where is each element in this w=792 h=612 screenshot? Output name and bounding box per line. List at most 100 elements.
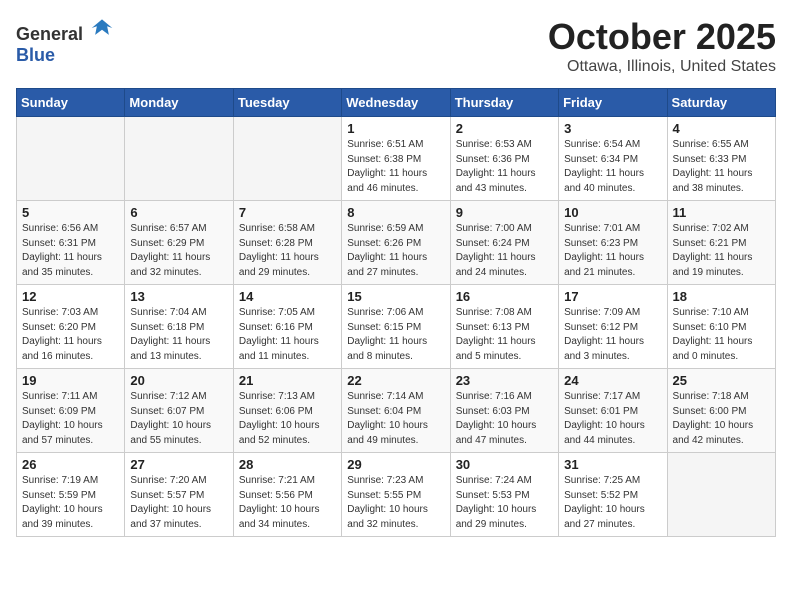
day-number: 11: [673, 205, 770, 220]
calendar-cell: 19 Sunrise: 7:11 AM Sunset: 6:09 PM Dayli…: [17, 369, 125, 453]
weekday-header-monday: Monday: [125, 89, 233, 117]
calendar-week-row: 19 Sunrise: 7:11 AM Sunset: 6:09 PM Dayli…: [17, 369, 776, 453]
day-info: Sunrise: 6:58 AM Sunset: 6:28 PM Dayligh…: [239, 222, 336, 280]
day-info: Sunrise: 6:59 AM Sunset: 6:26 PM Dayligh…: [347, 222, 444, 280]
day-number: 22: [347, 373, 444, 388]
day-number: 29: [347, 457, 444, 472]
calendar-cell: 1Sunrise: 6:51 AM Sunset: 6:38 PM Daylig…: [342, 117, 450, 201]
calendar-cell: 12 Sunrise: 7:03 AM Sunset: 6:20 PM Dayli…: [17, 285, 125, 369]
calendar-cell: 14Sunrise: 7:05 AM Sunset: 6:16 PM Dayli…: [233, 285, 341, 369]
day-number: 30: [456, 457, 553, 472]
calendar-week-row: 12 Sunrise: 7:03 AM Sunset: 6:20 PM Dayli…: [17, 285, 776, 369]
day-number: 6: [130, 205, 227, 220]
day-number: 14: [239, 289, 336, 304]
day-info: Sunrise: 7:21 AM Sunset: 5:56 PM Dayligh…: [239, 474, 336, 532]
day-info: Sunrise: 7:00 AM Sunset: 6:24 PM Dayligh…: [456, 222, 553, 280]
calendar-cell: 9 Sunrise: 7:00 AM Sunset: 6:24 PM Daylig…: [450, 201, 558, 285]
day-number: 3: [564, 121, 661, 136]
calendar-cell: 15 Sunrise: 7:06 AM Sunset: 6:15 PM Dayli…: [342, 285, 450, 369]
day-info: Sunrise: 7:17 AM Sunset: 6:01 PM Dayligh…: [564, 390, 661, 448]
weekday-header-wednesday: Wednesday: [342, 89, 450, 117]
day-info: Sunrise: 7:25 AM Sunset: 5:52 PM Dayligh…: [564, 474, 661, 532]
day-number: 19: [22, 373, 119, 388]
calendar-cell: 27 Sunrise: 7:20 AM Sunset: 5:57 PM Dayli…: [125, 453, 233, 537]
calendar-cell: [125, 117, 233, 201]
calendar-cell: 20 Sunrise: 7:12 AM Sunset: 6:07 PM Dayli…: [125, 369, 233, 453]
calendar-cell: 28 Sunrise: 7:21 AM Sunset: 5:56 PM Dayli…: [233, 453, 341, 537]
day-number: 12: [22, 289, 119, 304]
day-number: 27: [130, 457, 227, 472]
logo-bird-icon: [90, 16, 114, 40]
day-info: Sunrise: 6:54 AM Sunset: 6:34 PM Dayligh…: [564, 138, 661, 196]
day-number: 17: [564, 289, 661, 304]
calendar-cell: 30 Sunrise: 7:24 AM Sunset: 5:53 PM Dayli…: [450, 453, 558, 537]
calendar-cell: 24 Sunrise: 7:17 AM Sunset: 6:01 PM Dayli…: [559, 369, 667, 453]
calendar-cell: 29Sunrise: 7:23 AM Sunset: 5:55 PM Dayli…: [342, 453, 450, 537]
day-number: 24: [564, 373, 661, 388]
day-info: Sunrise: 7:11 AM Sunset: 6:09 PM Dayligh…: [22, 390, 119, 448]
month-title: October 2025: [548, 16, 776, 58]
location-subtitle: Ottawa, Illinois, United States: [548, 58, 776, 76]
day-info: Sunrise: 7:14 AM Sunset: 6:04 PM Dayligh…: [347, 390, 444, 448]
calendar-cell: 11 Sunrise: 7:02 AM Sunset: 6:21 PM Dayli…: [667, 201, 775, 285]
day-info: Sunrise: 6:55 AM Sunset: 6:33 PM Dayligh…: [673, 138, 770, 196]
calendar-cell: 25 Sunrise: 7:18 AM Sunset: 6:00 PM Dayli…: [667, 369, 775, 453]
day-info: Sunrise: 7:20 AM Sunset: 5:57 PM Dayligh…: [130, 474, 227, 532]
day-number: 8: [347, 205, 444, 220]
page-header: General Blue October 2025 Ottawa, Illino…: [16, 16, 776, 76]
weekday-header-row: SundayMondayTuesdayWednesdayThursdayFrid…: [17, 89, 776, 117]
day-number: 26: [22, 457, 119, 472]
logo-text: General Blue: [16, 16, 114, 66]
calendar-cell: 13 Sunrise: 7:04 AM Sunset: 6:18 PM Dayli…: [125, 285, 233, 369]
day-info: Sunrise: 7:02 AM Sunset: 6:21 PM Dayligh…: [673, 222, 770, 280]
day-info: Sunrise: 7:06 AM Sunset: 6:15 PM Dayligh…: [347, 306, 444, 364]
day-number: 7: [239, 205, 336, 220]
title-area: October 2025 Ottawa, Illinois, United St…: [548, 16, 776, 76]
day-number: 21: [239, 373, 336, 388]
day-info: Sunrise: 7:01 AM Sunset: 6:23 PM Dayligh…: [564, 222, 661, 280]
calendar-cell: 21 Sunrise: 7:13 AM Sunset: 6:06 PM Dayli…: [233, 369, 341, 453]
day-info: Sunrise: 7:18 AM Sunset: 6:00 PM Dayligh…: [673, 390, 770, 448]
calendar-cell: 6 Sunrise: 6:57 AM Sunset: 6:29 PM Daylig…: [125, 201, 233, 285]
day-number: 15: [347, 289, 444, 304]
day-number: 5: [22, 205, 119, 220]
day-info: Sunrise: 7:24 AM Sunset: 5:53 PM Dayligh…: [456, 474, 553, 532]
weekday-header-thursday: Thursday: [450, 89, 558, 117]
day-info: Sunrise: 7:09 AM Sunset: 6:12 PM Dayligh…: [564, 306, 661, 364]
day-number: 4: [673, 121, 770, 136]
day-info: Sunrise: 6:51 AM Sunset: 6:38 PM Dayligh…: [347, 138, 444, 196]
day-number: 31: [564, 457, 661, 472]
calendar-cell: 17 Sunrise: 7:09 AM Sunset: 6:12 PM Dayli…: [559, 285, 667, 369]
calendar-table: SundayMondayTuesdayWednesdayThursdayFrid…: [16, 88, 776, 537]
day-info: Sunrise: 7:16 AM Sunset: 6:03 PM Dayligh…: [456, 390, 553, 448]
day-number: 10: [564, 205, 661, 220]
day-info: Sunrise: 7:10 AM Sunset: 6:10 PM Dayligh…: [673, 306, 770, 364]
day-number: 13: [130, 289, 227, 304]
day-info: Sunrise: 6:56 AM Sunset: 6:31 PM Dayligh…: [22, 222, 119, 280]
day-number: 25: [673, 373, 770, 388]
day-info: Sunrise: 6:57 AM Sunset: 6:29 PM Dayligh…: [130, 222, 227, 280]
calendar-cell: 8 Sunrise: 6:59 AM Sunset: 6:26 PM Daylig…: [342, 201, 450, 285]
calendar-cell: 5 Sunrise: 6:56 AM Sunset: 6:31 PM Daylig…: [17, 201, 125, 285]
day-number: 28: [239, 457, 336, 472]
day-number: 18: [673, 289, 770, 304]
calendar-cell: 23Sunrise: 7:16 AM Sunset: 6:03 PM Dayli…: [450, 369, 558, 453]
weekday-header-friday: Friday: [559, 89, 667, 117]
calendar-cell: 16Sunrise: 7:08 AM Sunset: 6:13 PM Dayli…: [450, 285, 558, 369]
weekday-header-tuesday: Tuesday: [233, 89, 341, 117]
day-info: Sunrise: 7:04 AM Sunset: 6:18 PM Dayligh…: [130, 306, 227, 364]
day-info: Sunrise: 7:13 AM Sunset: 6:06 PM Dayligh…: [239, 390, 336, 448]
calendar-cell: [17, 117, 125, 201]
calendar-week-row: 5 Sunrise: 6:56 AM Sunset: 6:31 PM Daylig…: [17, 201, 776, 285]
calendar-cell: 7 Sunrise: 6:58 AM Sunset: 6:28 PM Daylig…: [233, 201, 341, 285]
day-info: Sunrise: 7:03 AM Sunset: 6:20 PM Dayligh…: [22, 306, 119, 364]
calendar-cell: 2Sunrise: 6:53 AM Sunset: 6:36 PM Daylig…: [450, 117, 558, 201]
calendar-cell: [667, 453, 775, 537]
day-number: 20: [130, 373, 227, 388]
day-info: Sunrise: 6:53 AM Sunset: 6:36 PM Dayligh…: [456, 138, 553, 196]
day-info: Sunrise: 7:19 AM Sunset: 5:59 PM Dayligh…: [22, 474, 119, 532]
calendar-cell: 31 Sunrise: 7:25 AM Sunset: 5:52 PM Dayli…: [559, 453, 667, 537]
calendar-week-row: 1Sunrise: 6:51 AM Sunset: 6:38 PM Daylig…: [17, 117, 776, 201]
day-number: 9: [456, 205, 553, 220]
day-info: Sunrise: 7:12 AM Sunset: 6:07 PM Dayligh…: [130, 390, 227, 448]
